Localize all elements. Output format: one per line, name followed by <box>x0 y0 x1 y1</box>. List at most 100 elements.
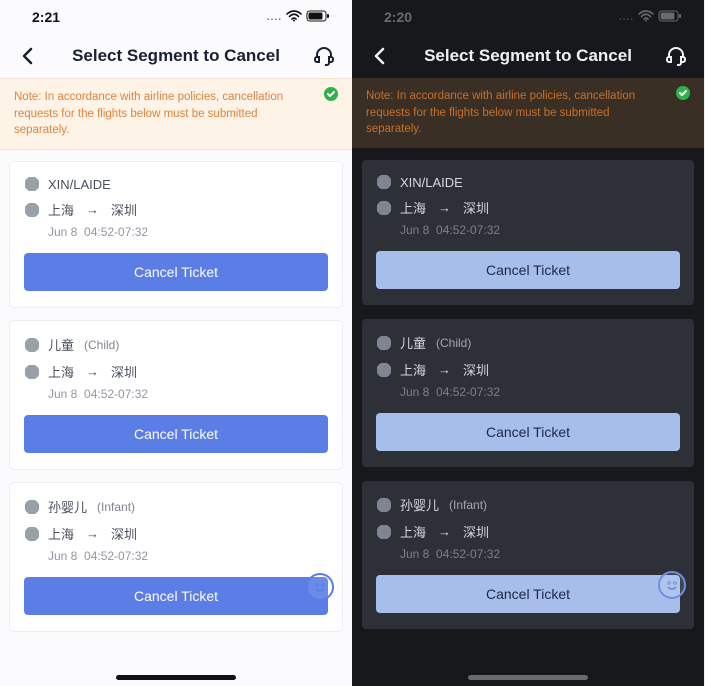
flight-date: Jun 8 <box>400 547 429 561</box>
arrow-right-icon: → <box>438 200 451 215</box>
passenger-type: (Child) <box>84 338 119 352</box>
person-icon <box>24 176 40 192</box>
plane-icon <box>24 526 40 542</box>
policy-note-text: Note: In accordance with airline policie… <box>14 91 283 136</box>
route-from: 上海 <box>48 524 74 543</box>
feedback-smile-button[interactable] <box>658 571 686 599</box>
passenger-name: XIN/LAIDE <box>48 177 111 192</box>
status-bar: 2:21 .... <box>0 0 352 34</box>
passenger-name: 儿童 <box>400 333 426 352</box>
battery-icon <box>306 9 330 25</box>
segment-card: 儿童 (Child) 上海 → 深圳 Jun 8 04:52-07:32 Can… <box>10 321 342 469</box>
flight-time: 04:52-07:32 <box>436 385 500 399</box>
segment-card: 孙婴儿 (Infant) 上海 → 深圳 Jun 8 04:52-07:32 C… <box>362 481 694 629</box>
route-row: 上海 → 深圳 <box>24 524 328 543</box>
home-indicator[interactable] <box>116 675 236 680</box>
wifi-icon <box>286 9 302 25</box>
note-check-icon <box>674 84 692 102</box>
passenger-row: XIN/LAIDE <box>24 176 328 192</box>
nav-bar: Select Segment to Cancel <box>352 34 704 78</box>
nav-bar: Select Segment to Cancel <box>0 34 352 78</box>
note-check-icon <box>322 85 340 103</box>
route-from: 上海 <box>400 522 426 541</box>
battery-icon <box>658 9 682 25</box>
wifi-icon <box>638 9 654 25</box>
cancel-button-label: Cancel Ticket <box>486 262 570 278</box>
status-icons: .... <box>619 9 682 25</box>
passenger-row: 儿童 (Child) <box>376 333 680 352</box>
datetime-row: Jun 8 04:52-07:32 <box>24 387 328 401</box>
policy-note-banner: Note: In accordance with airline policie… <box>0 78 352 150</box>
plane-icon <box>24 364 40 380</box>
datetime-row: Jun 8 04:52-07:32 <box>376 547 680 561</box>
cancel-ticket-button[interactable]: Cancel Ticket <box>376 575 680 613</box>
cancel-button-label: Cancel Ticket <box>486 586 570 602</box>
status-time: 2:21 <box>32 9 60 25</box>
policy-note-text: Note: In accordance with airline policie… <box>366 90 635 135</box>
route-row: 上海 → 深圳 <box>24 200 328 219</box>
support-headset-button[interactable] <box>310 42 338 70</box>
segment-list: XIN/LAIDE 上海 → 深圳 Jun 8 04:52-07:32 Canc… <box>352 148 704 669</box>
flight-date: Jun 8 <box>400 385 429 399</box>
signal-dots-icon: .... <box>619 12 634 23</box>
route-to: 深圳 <box>111 362 137 381</box>
route-from: 上海 <box>48 362 74 381</box>
datetime-row: Jun 8 04:52-07:32 <box>24 549 328 563</box>
datetime-row: Jun 8 04:52-07:32 <box>376 385 680 399</box>
route-row: 上海 → 深圳 <box>24 362 328 381</box>
status-bar: 2:20 .... <box>352 0 704 34</box>
flight-time: 04:52-07:32 <box>84 387 148 401</box>
person-icon <box>24 337 40 353</box>
passenger-name: 孙婴儿 <box>48 497 87 516</box>
flight-time: 04:52-07:32 <box>436 223 500 237</box>
back-button[interactable] <box>366 42 394 70</box>
arrow-right-icon: → <box>438 524 451 539</box>
passenger-row: 孙婴儿 (Infant) <box>376 495 680 514</box>
flight-time: 04:52-07:32 <box>84 549 148 563</box>
passenger-type: (Infant) <box>97 500 135 514</box>
passenger-type: (Infant) <box>449 498 487 512</box>
status-time: 2:20 <box>384 9 412 25</box>
arrow-right-icon: → <box>86 364 99 379</box>
passenger-row: 儿童 (Child) <box>24 335 328 354</box>
feedback-smile-button[interactable] <box>306 573 334 601</box>
person-icon <box>376 174 392 190</box>
passenger-name: XIN/LAIDE <box>400 175 463 190</box>
page-title: Select Segment to Cancel <box>50 46 302 66</box>
cancel-button-label: Cancel Ticket <box>134 426 218 442</box>
person-icon <box>24 499 40 515</box>
phone-light-mode: 2:21 .... Select Segment to Cancel Note:… <box>0 0 352 686</box>
back-button[interactable] <box>14 42 42 70</box>
page-title: Select Segment to Cancel <box>402 46 654 66</box>
cancel-ticket-button[interactable]: Cancel Ticket <box>24 415 328 453</box>
signal-dots-icon: .... <box>267 12 282 23</box>
passenger-name: 儿童 <box>48 335 74 354</box>
route-row: 上海 → 深圳 <box>376 198 680 217</box>
plane-icon <box>376 524 392 540</box>
passenger-name: 孙婴儿 <box>400 495 439 514</box>
plane-icon <box>24 202 40 218</box>
phone-dark-mode: 2:20 .... Select Segment to Cancel Note:… <box>352 0 704 686</box>
route-row: 上海 → 深圳 <box>376 360 680 379</box>
segment-card: XIN/LAIDE 上海 → 深圳 Jun 8 04:52-07:32 Canc… <box>362 160 694 305</box>
segment-list: XIN/LAIDE 上海 → 深圳 Jun 8 04:52-07:32 Canc… <box>0 150 352 671</box>
cancel-ticket-button[interactable]: Cancel Ticket <box>24 577 328 615</box>
cancel-ticket-button[interactable]: Cancel Ticket <box>24 253 328 291</box>
status-icons: .... <box>267 9 330 25</box>
segment-card: XIN/LAIDE 上海 → 深圳 Jun 8 04:52-07:32 Canc… <box>10 162 342 307</box>
datetime-row: Jun 8 04:52-07:32 <box>24 225 328 239</box>
passenger-row: 孙婴儿 (Infant) <box>24 497 328 516</box>
cancel-ticket-button[interactable]: Cancel Ticket <box>376 413 680 451</box>
route-to: 深圳 <box>463 360 489 379</box>
route-to: 深圳 <box>111 200 137 219</box>
home-indicator[interactable] <box>468 675 588 680</box>
passenger-type: (Child) <box>436 336 471 350</box>
route-from: 上海 <box>400 198 426 217</box>
cancel-ticket-button[interactable]: Cancel Ticket <box>376 251 680 289</box>
support-headset-button[interactable] <box>662 42 690 70</box>
route-from: 上海 <box>48 200 74 219</box>
route-to: 深圳 <box>111 524 137 543</box>
datetime-row: Jun 8 04:52-07:32 <box>376 223 680 237</box>
cancel-button-label: Cancel Ticket <box>486 424 570 440</box>
flight-date: Jun 8 <box>400 223 429 237</box>
